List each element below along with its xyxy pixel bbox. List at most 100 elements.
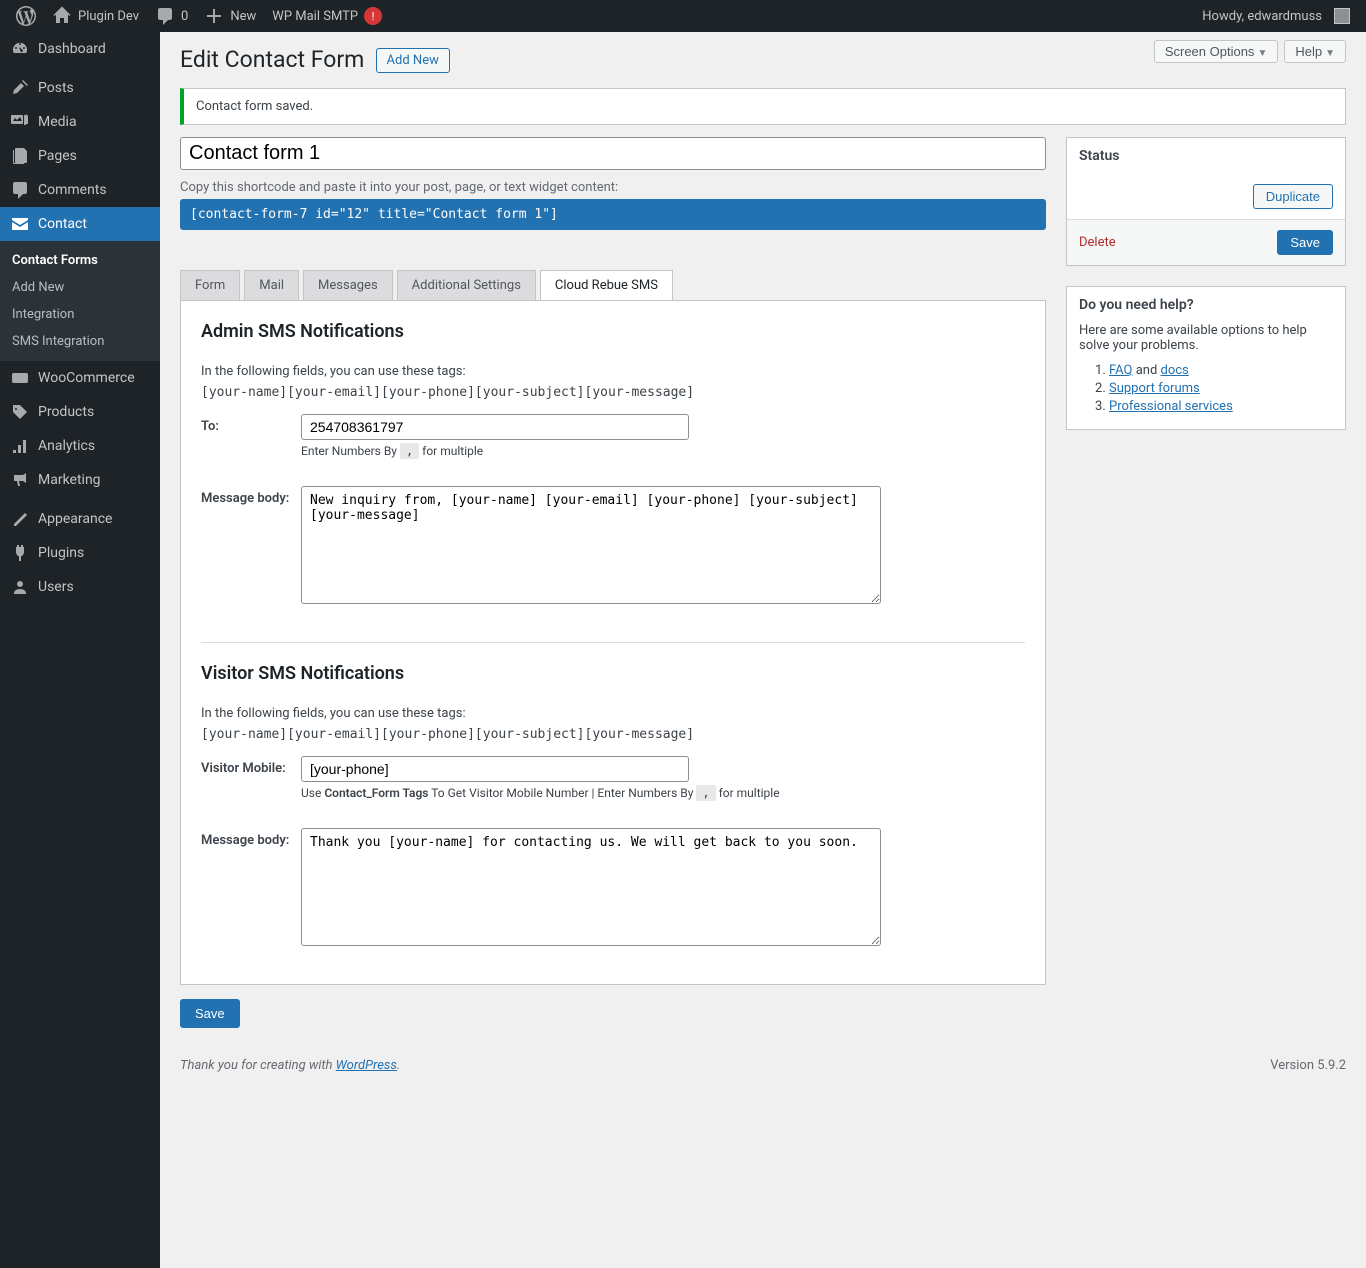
pro-link[interactable]: Professional services xyxy=(1109,399,1233,414)
woocommerce-icon xyxy=(10,368,30,388)
menu-pages[interactable]: Pages xyxy=(0,139,160,173)
admin-sms-heading: Admin SMS Notifications xyxy=(201,321,1025,342)
to-input[interactable] xyxy=(301,414,689,440)
menu-plugins[interactable]: Plugins xyxy=(0,536,160,570)
tag-list-visitor: [your-name][your-email][your-phone][your… xyxy=(201,727,1025,742)
menu-posts[interactable]: Posts xyxy=(0,71,160,105)
body-label: Message body: xyxy=(201,486,301,506)
add-new-button[interactable]: Add New xyxy=(376,48,450,73)
pin-icon xyxy=(10,78,30,98)
tab-mail[interactable]: Mail xyxy=(244,270,299,300)
menu-appearance[interactable]: Appearance xyxy=(0,502,160,536)
products-icon xyxy=(10,402,30,422)
page-icon xyxy=(10,146,30,166)
tag-info: In the following fields, you can use the… xyxy=(201,364,1025,379)
screen-options-button[interactable]: Screen Options▼ xyxy=(1154,40,1279,63)
howdy-label: Howdy, edwardmuss xyxy=(1202,9,1322,24)
notice-success: Contact form saved. xyxy=(180,88,1346,125)
tab-additional[interactable]: Additional Settings xyxy=(397,270,536,300)
menu-products[interactable]: Products xyxy=(0,395,160,429)
comments-icon xyxy=(10,180,30,200)
visitor-sms-heading: Visitor SMS Notifications xyxy=(201,663,1025,684)
new-label: New xyxy=(230,9,256,24)
visitor-mobile-input[interactable] xyxy=(301,756,689,782)
appearance-icon xyxy=(10,509,30,529)
avatar xyxy=(1334,8,1350,24)
comments-count: 0 xyxy=(181,9,188,24)
analytics-icon xyxy=(10,436,30,456)
comments-link[interactable]: 0 xyxy=(147,0,196,32)
home-icon xyxy=(52,6,72,26)
admin-menu: Dashboard Posts Media Pages Comments Con… xyxy=(0,32,160,1268)
visitor-body-label: Message body: xyxy=(201,828,301,848)
to-label: To: xyxy=(201,414,301,434)
menu-woocommerce[interactable]: WooCommerce xyxy=(0,361,160,395)
form-title-input[interactable] xyxy=(180,137,1046,170)
duplicate-button[interactable]: Duplicate xyxy=(1253,184,1333,209)
tag-list: [your-name][your-email][your-phone][your… xyxy=(201,385,1025,400)
docs-link[interactable]: docs xyxy=(1161,363,1189,378)
mail-icon xyxy=(10,214,30,234)
status-box: Status Duplicate Delete Save xyxy=(1066,137,1346,266)
tabs: Form Mail Messages Additional Settings C… xyxy=(180,270,1046,300)
menu-media[interactable]: Media xyxy=(0,105,160,139)
help-button[interactable]: Help▼ xyxy=(1284,40,1346,63)
chevron-down-icon: ▼ xyxy=(1325,48,1335,59)
my-account[interactable]: Howdy, edwardmuss xyxy=(1194,0,1358,32)
menu-contact[interactable]: Contact xyxy=(0,207,160,241)
users-icon xyxy=(10,577,30,597)
sub-sms-integration[interactable]: SMS Integration xyxy=(0,328,160,355)
version: Version 5.9.2 xyxy=(1270,1058,1346,1073)
plus-icon xyxy=(204,6,224,26)
menu-users[interactable]: Users xyxy=(0,570,160,604)
sub-contact-forms[interactable]: Contact Forms xyxy=(0,247,160,274)
page-title: Edit Contact Form xyxy=(180,32,364,73)
menu-marketing[interactable]: Marketing xyxy=(0,463,160,497)
submenu-contact: Contact Forms Add New Integration SMS In… xyxy=(0,241,160,361)
new-content[interactable]: New xyxy=(196,0,264,32)
page-body: Screen Options▼ Help▼ Edit Contact Form … xyxy=(160,32,1366,1123)
to-hint: Enter Numbers By , for multiple xyxy=(301,444,1025,458)
site-name[interactable]: Plugin Dev xyxy=(44,0,147,32)
menu-dashboard[interactable]: Dashboard xyxy=(0,32,160,66)
admin-body-textarea[interactable]: New inquiry from, [your-name] [your-emai… xyxy=(301,486,881,604)
help-faq-docs: FAQ and docs xyxy=(1109,363,1333,378)
shortcode-label: Copy this shortcode and paste it into yo… xyxy=(180,170,1046,199)
marketing-icon xyxy=(10,470,30,490)
alert-badge: ! xyxy=(364,7,382,25)
visitor-body-textarea[interactable]: Thank you [your-name] for contacting us.… xyxy=(301,828,881,946)
help-text: Here are some available options to help … xyxy=(1079,323,1333,353)
tab-cloud-rebue-sms[interactable]: Cloud Rebue SMS xyxy=(540,270,673,300)
wordpress-link[interactable]: WordPress xyxy=(336,1058,397,1073)
shortcode-box[interactable]: [contact-form-7 id="12" title="Contact f… xyxy=(180,199,1046,230)
visitor-mobile-label: Visitor Mobile: xyxy=(201,756,301,776)
status-heading: Status xyxy=(1067,138,1345,174)
chevron-down-icon: ▼ xyxy=(1257,48,1267,59)
wp-logo[interactable] xyxy=(8,0,44,32)
faq-link[interactable]: FAQ xyxy=(1109,363,1132,378)
wp-mail-smtp-label: WP Mail SMTP xyxy=(272,9,358,24)
admin-bar: Plugin Dev 0 New WP Mail SMTP! Howdy, ed… xyxy=(0,0,1366,32)
save-button-bottom[interactable]: Save xyxy=(180,999,240,1028)
settings-panel: Admin SMS Notifications In the following… xyxy=(180,300,1046,985)
wp-mail-smtp[interactable]: WP Mail SMTP! xyxy=(264,0,390,32)
tab-messages[interactable]: Messages xyxy=(303,270,393,300)
comment-icon xyxy=(155,6,175,26)
help-box: Do you need help? Here are some availabl… xyxy=(1066,286,1346,430)
delete-link[interactable]: Delete xyxy=(1079,235,1116,250)
tag-info-visitor: In the following fields, you can use the… xyxy=(201,706,1025,721)
menu-comments[interactable]: Comments xyxy=(0,173,160,207)
wordpress-icon xyxy=(16,6,36,26)
save-button[interactable]: Save xyxy=(1277,230,1333,255)
sub-integration[interactable]: Integration xyxy=(0,301,160,328)
site-name-label: Plugin Dev xyxy=(78,9,139,24)
media-icon xyxy=(10,112,30,132)
dashboard-icon xyxy=(10,39,30,59)
plugin-icon xyxy=(10,543,30,563)
forums-link[interactable]: Support forums xyxy=(1109,381,1200,396)
tab-form[interactable]: Form xyxy=(180,270,240,300)
sub-add-new[interactable]: Add New xyxy=(0,274,160,301)
menu-analytics[interactable]: Analytics xyxy=(0,429,160,463)
footer: Thank you for creating with WordPress. V… xyxy=(180,1028,1346,1083)
visitor-mobile-hint: Use Contact_Form Tags To Get Visitor Mob… xyxy=(301,786,1025,800)
